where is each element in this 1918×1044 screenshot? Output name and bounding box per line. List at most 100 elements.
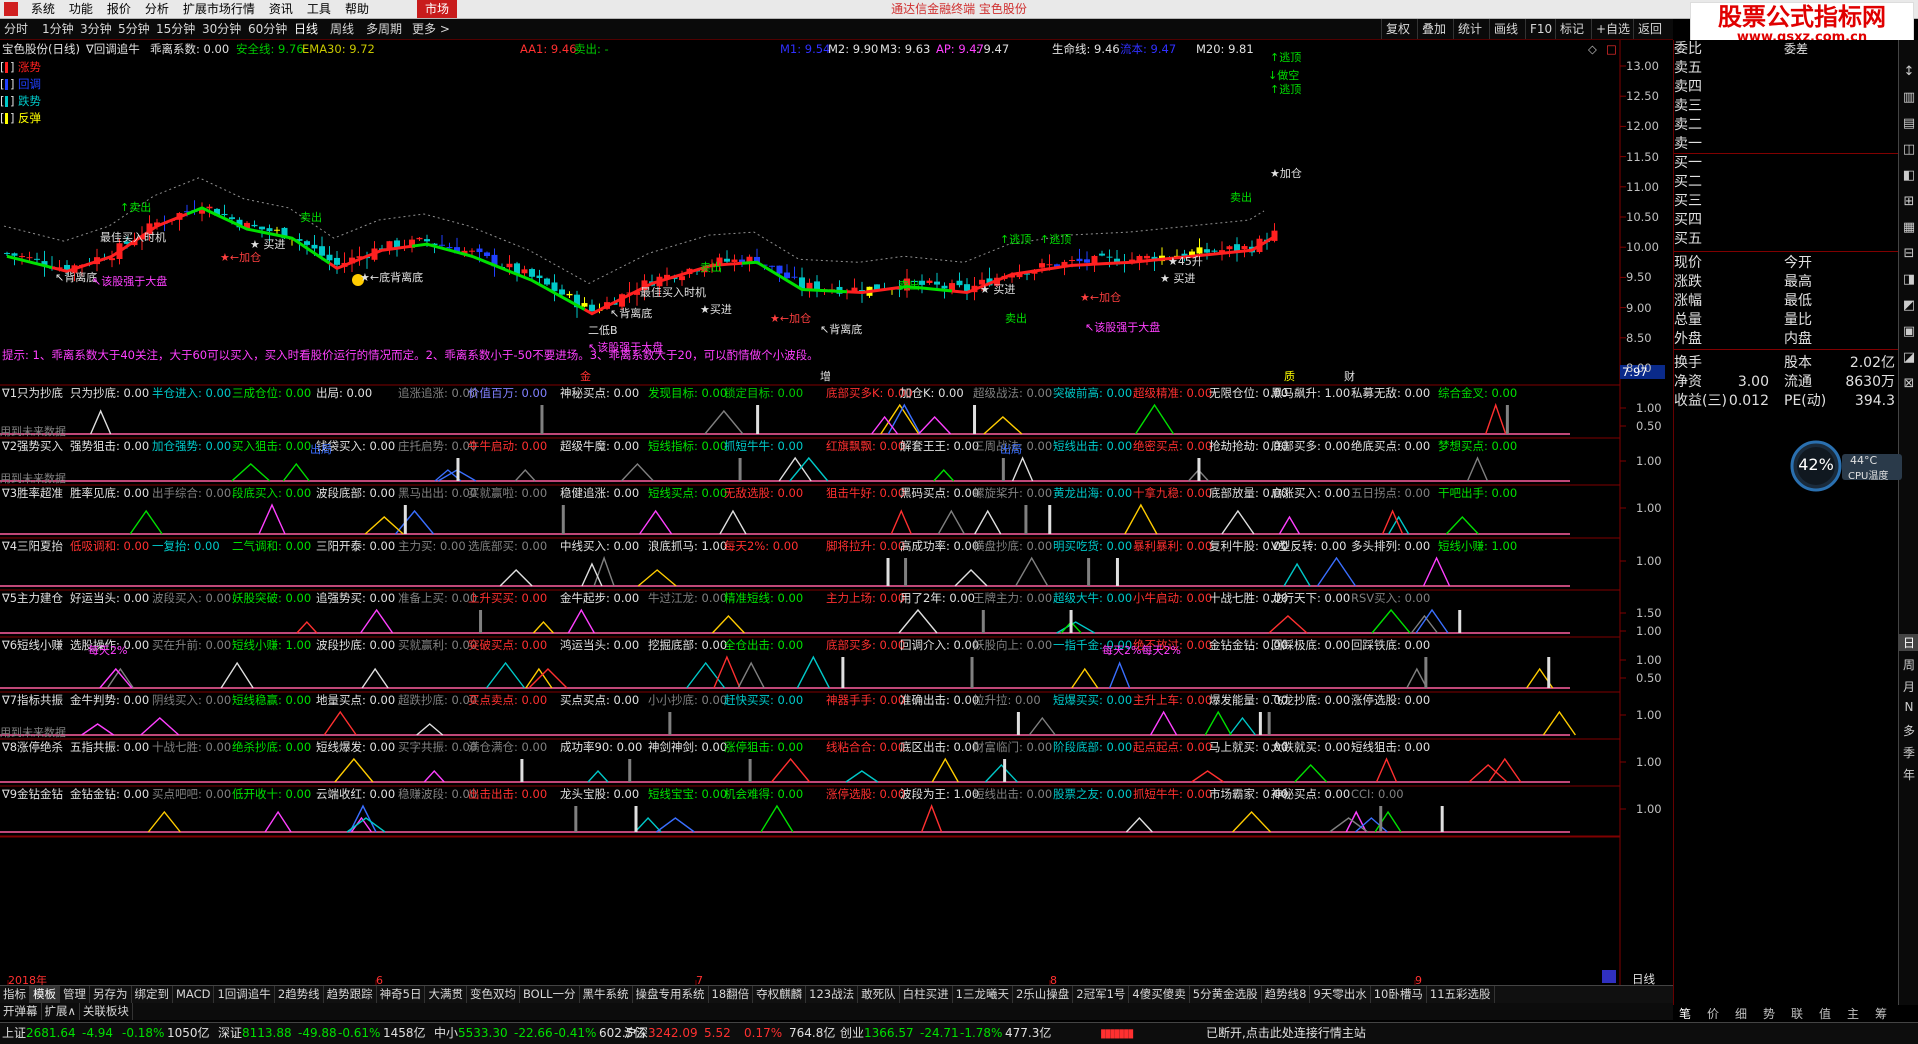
sidebar-tool-icon[interactable]: ◨: [1899, 272, 1918, 287]
indicator-tab-3[interactable]: 另存为: [90, 986, 132, 1003]
quote-tab-7[interactable]: 筹: [1875, 1005, 1887, 1022]
sidebar-period-4[interactable]: 多: [1899, 722, 1918, 739]
quote-label: 换手: [1674, 355, 1702, 371]
menu-item-2[interactable]: 报价: [100, 0, 138, 18]
period-6[interactable]: 60分钟: [248, 19, 287, 39]
sidebar-tool-icon[interactable]: ◧: [1899, 168, 1918, 183]
secondary-tab-0[interactable]: 开弹幕: [0, 1003, 42, 1020]
indicator-tab-4[interactable]: 绑定到: [132, 986, 173, 1003]
indicator-tab-22[interactable]: 2冠军1号: [1073, 986, 1130, 1003]
toolbar-button-7[interactable]: 返回: [1633, 19, 1666, 39]
secondary-tab-2[interactable]: 关联板块: [80, 1003, 133, 1020]
menu-item-7[interactable]: 帮助: [338, 0, 376, 18]
quote-tab-4[interactable]: 联: [1791, 1005, 1803, 1022]
menu-item-5[interactable]: 资讯: [262, 0, 300, 18]
indicator-tab-18[interactable]: 敢死队: [858, 986, 900, 1003]
indicator-tab-21[interactable]: 2乐山操盘: [1013, 986, 1074, 1003]
period-10[interactable]: 更多 >: [412, 19, 450, 39]
menu-item-1[interactable]: 功能: [62, 0, 100, 18]
indicator-tab-5[interactable]: MACD: [173, 986, 215, 1003]
indicator-tab-24[interactable]: 5分黄金选股: [1190, 986, 1262, 1003]
indicator-tab-2[interactable]: 管理: [60, 986, 90, 1003]
index-name-0[interactable]: 上证: [2, 1023, 26, 1044]
indicator-tab-23[interactable]: 4傻买傻卖: [1129, 986, 1190, 1003]
sidebar-period-1[interactable]: 周: [1899, 656, 1918, 673]
indicator-tab-9[interactable]: 神奇5日: [377, 986, 426, 1003]
index-name-3[interactable]: 沪深: [624, 1023, 648, 1044]
period-7[interactable]: 日线: [294, 19, 318, 39]
quote-label: 涨跌: [1674, 274, 1702, 290]
connection-status[interactable]: 已断开,点击此处连接行情主站: [1206, 1023, 1366, 1044]
candle-body: [266, 228, 273, 232]
menu-item-0[interactable]: 系统: [24, 0, 62, 18]
sidebar-tool-icon[interactable]: ◩: [1899, 298, 1918, 313]
indicator-tab-26[interactable]: 9天零出水: [1310, 986, 1371, 1003]
sidebar-tool-icon[interactable]: ▥: [1899, 90, 1918, 105]
indicator-tab-16[interactable]: 夺权麒麟: [753, 986, 807, 1003]
toolbar-button-5[interactable]: 标记: [1555, 19, 1588, 39]
toolbar-button-2[interactable]: 统计: [1453, 19, 1486, 39]
sidebar-period-2[interactable]: 月: [1899, 678, 1918, 695]
index-name-4[interactable]: 创业: [840, 1023, 864, 1044]
period-0[interactable]: 分时: [4, 19, 28, 39]
indicator-tab-1[interactable]: 模板: [30, 986, 60, 1003]
indicator-tab-28[interactable]: 11五彩选股: [1427, 986, 1495, 1003]
indicator-tab-20[interactable]: 1三龙曦天: [953, 986, 1013, 1003]
sidebar-tool-icon[interactable]: ▦: [1899, 220, 1918, 235]
quote-tab-3[interactable]: 势: [1763, 1005, 1775, 1022]
period-5[interactable]: 30分钟: [202, 19, 241, 39]
sidebar-tool-icon[interactable]: ◫: [1899, 142, 1918, 157]
sidebar-tool-icon[interactable]: ⊞: [1899, 194, 1918, 209]
sidebar-period-5[interactable]: 季: [1899, 744, 1918, 761]
candle-body: [319, 246, 325, 256]
indicator-tab-15[interactable]: 18翻倍: [709, 986, 754, 1003]
sidebar-tool-icon[interactable]: ⊠: [1899, 376, 1918, 391]
indicator-tab-7[interactable]: 2趋势线: [275, 986, 324, 1003]
indicator-tab-13[interactable]: 黑牛系统: [580, 986, 633, 1003]
indicator-tab-0[interactable]: 指标: [0, 986, 30, 1003]
indicator-tab-11[interactable]: 变色双均: [467, 986, 520, 1003]
sidebar-tool-icon[interactable]: ◪: [1899, 350, 1918, 365]
quote-row-2: 涨幅 最低: [1674, 292, 1899, 311]
period-1[interactable]: 1分钟: [42, 19, 74, 39]
toolbar-button-4[interactable]: F10: [1525, 19, 1556, 39]
index-name-1[interactable]: 深证: [218, 1023, 242, 1044]
chart-area[interactable]: [0, 40, 1673, 985]
quote-tab-1[interactable]: 价: [1707, 1005, 1719, 1022]
menu-item-4[interactable]: 扩展市场行情: [176, 0, 262, 18]
sidebar-period-3[interactable]: N: [1899, 700, 1918, 714]
index-name-2[interactable]: 中小: [434, 1023, 458, 1044]
toolbar-button-1[interactable]: 叠加: [1417, 19, 1450, 39]
quote-tab-2[interactable]: 细: [1735, 1005, 1747, 1022]
period-9[interactable]: 多周期: [366, 19, 402, 39]
market-tab[interactable]: 市场: [417, 0, 458, 18]
menu-item-6[interactable]: 工具: [300, 0, 338, 18]
indicator-tab-25[interactable]: 趋势线8: [1262, 986, 1311, 1003]
indicator-tab-27[interactable]: 10卧槽马: [1371, 986, 1427, 1003]
quote-tab-5[interactable]: 值: [1819, 1005, 1831, 1022]
secondary-tab-1[interactable]: 扩展∧: [42, 1003, 80, 1020]
indicator-tab-8[interactable]: 趋势跟踪: [324, 986, 377, 1003]
menu-item-3[interactable]: 分析: [138, 0, 176, 18]
sidebar-period-0[interactable]: 日: [1899, 634, 1918, 651]
quote-tab-0[interactable]: 笔: [1679, 1005, 1691, 1022]
sidebar-tool-icon[interactable]: ▣: [1899, 324, 1918, 339]
indicator-tab-6[interactable]: 1回调追牛: [214, 986, 275, 1003]
period-4[interactable]: 15分钟: [156, 19, 195, 39]
indicator-tab-14[interactable]: 操盘专用系统: [633, 986, 709, 1003]
period-8[interactable]: 周线: [330, 19, 354, 39]
period-2[interactable]: 3分钟: [80, 19, 112, 39]
sidebar-tool-icon[interactable]: ▤: [1899, 116, 1918, 131]
sidebar-tool-icon[interactable]: ↕: [1899, 64, 1918, 79]
indicator-tab-17[interactable]: 123战法: [806, 986, 859, 1003]
toolbar-button-6[interactable]: +自选: [1591, 19, 1634, 39]
indicator-tab-19[interactable]: 白柱买进: [900, 986, 953, 1003]
quote-tab-6[interactable]: 主: [1847, 1005, 1859, 1022]
toolbar-button-3[interactable]: 画线: [1489, 19, 1522, 39]
indicator-tab-10[interactable]: 大满贯: [425, 986, 467, 1003]
period-3[interactable]: 5分钟: [118, 19, 150, 39]
toolbar-button-0[interactable]: 复权: [1381, 19, 1414, 39]
sidebar-period-6[interactable]: 年: [1899, 766, 1918, 783]
sidebar-tool-icon[interactable]: ⊟: [1899, 246, 1918, 261]
indicator-tab-12[interactable]: BOLL一分: [520, 986, 580, 1003]
